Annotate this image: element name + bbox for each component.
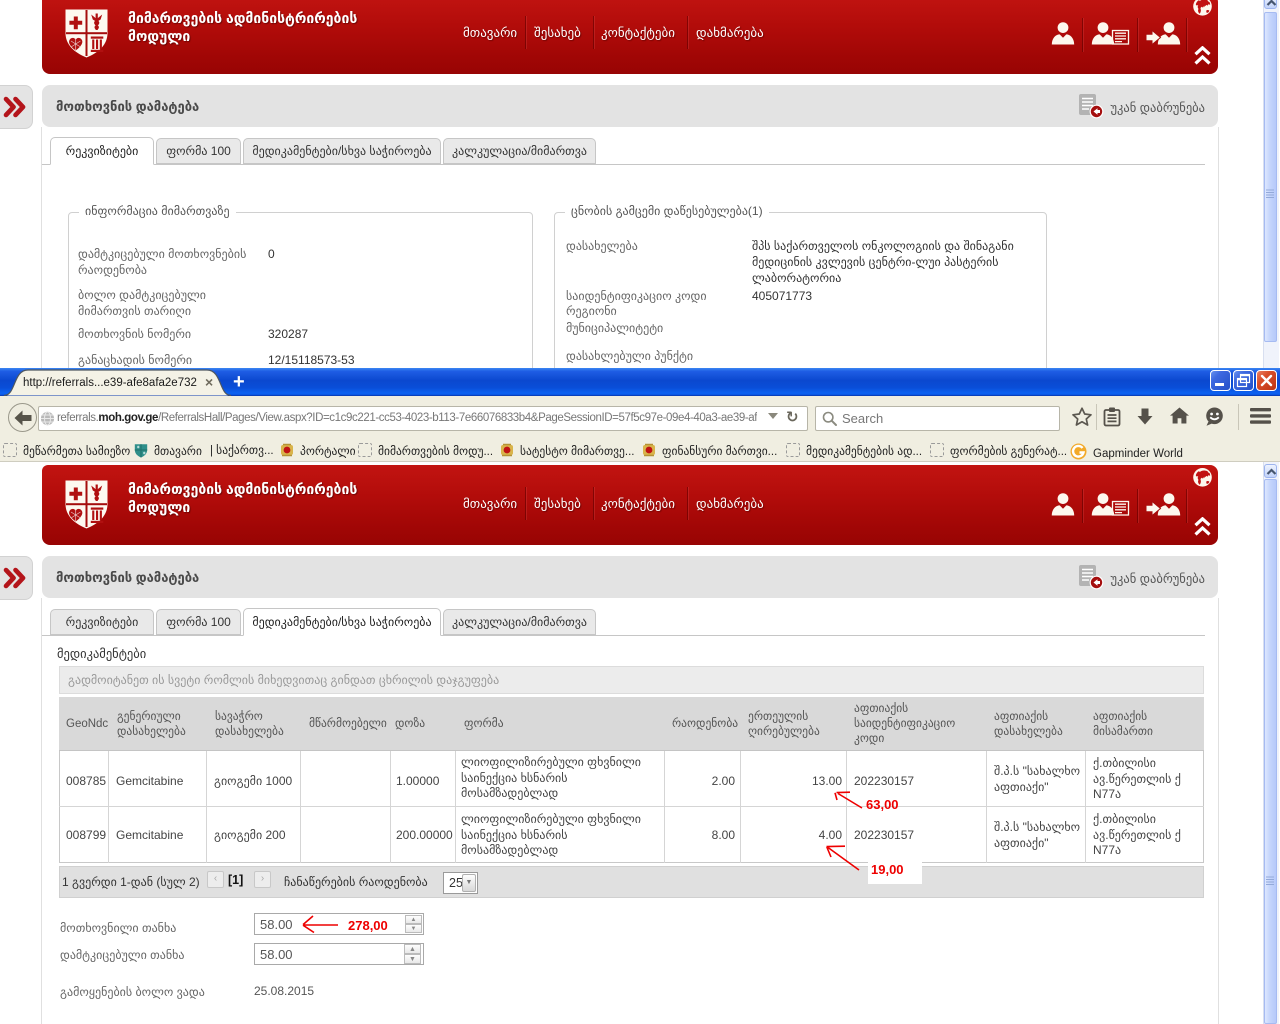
svg-text:278,00: 278,00	[348, 918, 388, 933]
svg-text:19,00: 19,00	[871, 862, 904, 877]
svg-text:63,00: 63,00	[866, 797, 899, 812]
